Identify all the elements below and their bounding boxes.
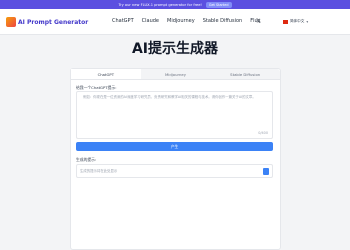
promo-text: Try our new FLUX.1 prompt generator for … [118, 2, 202, 7]
output-placeholder: 生成的提示将在此处显示 [80, 169, 118, 173]
tab-midjourney[interactable]: Midjourney [141, 69, 211, 79]
output-label: 生成的提示: [76, 157, 97, 162]
logo-text: AI Prompt Generator [18, 18, 89, 26]
nav-link-stable-diffusion[interactable]: Stable Diffusion [203, 18, 243, 24]
chevron-down-icon: ▾ [306, 19, 309, 24]
tab-chatgpt[interactable]: ChatGPT [71, 69, 141, 79]
generator-card: ChatGPT Midjourney Stable Diffusion 给我一个… [70, 68, 281, 250]
nav-links: ChatGPT Claude Midjourney Stable Diffusi… [112, 18, 261, 24]
flag-icon [283, 19, 288, 24]
nav-link-midjourney[interactable]: Midjourney [167, 18, 195, 24]
language-label: 简体中文 [290, 19, 305, 23]
copy-icon[interactable] [263, 168, 269, 175]
promo-banner: Try our new FLUX.1 prompt generator for … [0, 0, 350, 9]
language-select[interactable]: 简体中文 ▾ [283, 19, 308, 24]
prompt-placeholder: 例如：你现在是一位资深的AI深度学习研究员，负责研究和教学AI相关的课程与技术。… [83, 95, 256, 99]
logo-icon [6, 17, 16, 27]
page-title: AI提示生成器 [131, 41, 219, 57]
x-icon[interactable]: 𝕏 [256, 18, 261, 25]
top-nav: AI Prompt Generator ChatGPT Claude Midjo… [0, 9, 350, 35]
logo[interactable]: AI Prompt Generator [6, 17, 88, 27]
promo-get-started-button[interactable]: Get Started [205, 1, 232, 8]
tab-stable-diffusion[interactable]: Stable Diffusion [210, 69, 280, 79]
prompt-textarea[interactable]: 例如：你现在是一位资深的AI深度学习研究员，负责研究和教学AI相关的课程与技术。… [76, 91, 273, 139]
output-field[interactable]: 生成的提示将在此处显示 [76, 164, 273, 178]
nav-link-chatgpt[interactable]: ChatGPT [112, 18, 134, 24]
generate-button[interactable]: 产生 [76, 142, 273, 151]
nav-link-claude[interactable]: Claude [142, 18, 159, 24]
model-tabs: ChatGPT Midjourney Stable Diffusion [71, 69, 280, 80]
char-counter: 0/400 [258, 131, 268, 135]
